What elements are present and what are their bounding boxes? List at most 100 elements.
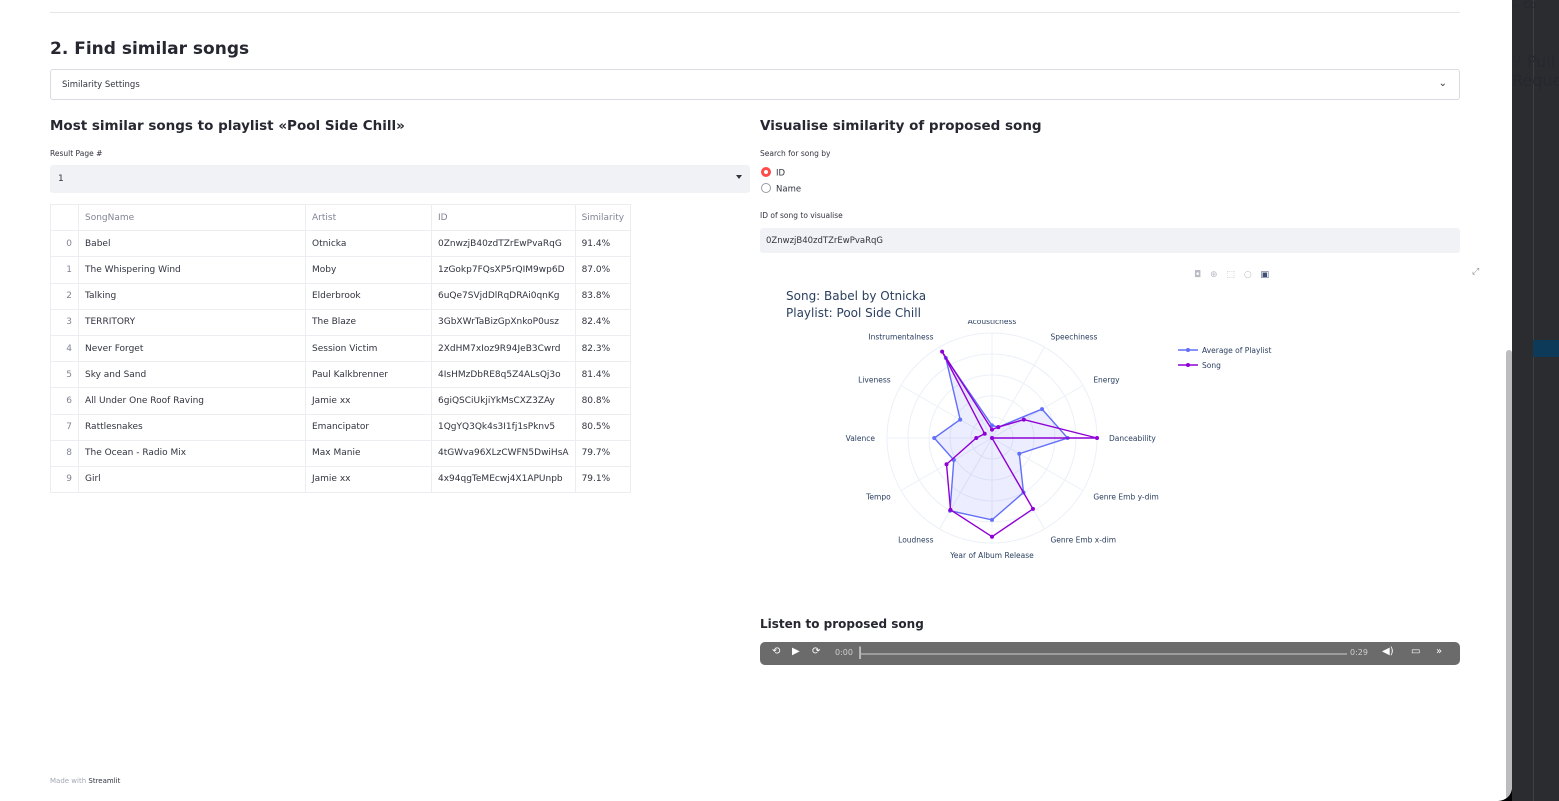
legend-marker — [1186, 348, 1190, 352]
song-id-cell: 4IsHMzDbRE8q5Z4ALsQj3o — [431, 361, 576, 389]
camera-icon[interactable]: ◘ — [1194, 270, 1204, 280]
row-index: 2 — [50, 282, 79, 310]
rewind-icon[interactable]: ⟲ — [772, 646, 780, 657]
radar-point — [948, 507, 953, 512]
results-title: Most similar songs to playlist «Pool Sid… — [50, 118, 405, 134]
radio-option-name[interactable]: Name — [761, 183, 801, 195]
similarity-cell: 82.3% — [574, 334, 632, 363]
similarity-settings-expander[interactable]: Similarity Settings ⌄ — [50, 69, 1460, 100]
more-icon[interactable]: » — [1436, 646, 1442, 657]
commits-tab[interactable]: ⟜ Co — [1512, 0, 1559, 30]
plotly-logo-icon[interactable]: ▣ — [1261, 270, 1273, 280]
expander-label: Similarity Settings — [62, 80, 140, 90]
row-index: 1 — [50, 256, 79, 284]
streamlit-link[interactable]: Streamlit — [88, 777, 120, 785]
play-icon[interactable]: ▶ — [792, 646, 800, 657]
pull-requests-tab[interactable]: ⑂ Pull Requests — [1512, 52, 1559, 140]
legend-label: Song — [1202, 361, 1221, 370]
radar-area-average — [934, 357, 1068, 520]
column-header-id[interactable]: ID — [431, 203, 576, 232]
audio-duration: 0:29 — [1350, 648, 1368, 657]
artist-cell: Jamie xx — [305, 465, 432, 494]
radar-point — [990, 436, 994, 440]
row-index: 4 — [50, 334, 79, 363]
table-row[interactable]: 0 Babel Otnicka 0ZnwzjB40zdTZrEwPvaRqG 91.4% — [50, 230, 632, 258]
table-row[interactable]: 4 Never Forget Session Victim 2XdHM7xIoz9R9… — [50, 334, 632, 363]
song-name-cell: Talking — [78, 282, 306, 310]
radar-point — [1095, 436, 1099, 440]
song-id-input[interactable] — [760, 228, 1460, 254]
divider — [50, 12, 1460, 13]
radar-point — [974, 436, 979, 440]
similarity-cell: 80.5% — [574, 413, 632, 441]
radar-point — [1040, 407, 1045, 412]
artist-cell: Emancipator — [305, 413, 432, 441]
side-panel-highlight — [1533, 340, 1559, 357]
radar-axis-label: Speechiness — [1051, 333, 1098, 342]
table-row[interactable]: 7 Rattlesnakes Emancipator 1QgYQ3Qk4s3I1fj1… — [50, 413, 632, 441]
result-page-select[interactable]: 1 — [50, 165, 750, 193]
row-index: 9 — [50, 465, 79, 494]
similarity-cell: 79.7% — [574, 439, 632, 467]
audio-scrubber-handle[interactable]: | — [858, 645, 862, 659]
commits-tab-label: Co — [1523, 0, 1537, 11]
table-row[interactable]: 3 TERRITORY The Blaze 3GbXWrTaBizGpXnkoP0us… — [50, 308, 632, 336]
artist-cell: Otnicka — [305, 230, 432, 258]
forward-icon[interactable]: ⟳ — [812, 646, 820, 657]
column-header-artist[interactable]: Artist — [305, 203, 432, 232]
song-id-cell: 1zGokp7FQsXP5rQIM9wp6D — [431, 256, 576, 284]
song-id-cell: 2XdHM7xIoz9R94JeB3Cwrd — [431, 334, 576, 363]
radio-option-id[interactable]: ID — [761, 167, 786, 179]
song-id-cell: 4tGWva96XLzCWFN5DwiHsA — [431, 439, 576, 467]
radar-point — [958, 417, 963, 422]
box-select-icon[interactable]: ⬚ — [1226, 270, 1238, 280]
plot-modebar: ◘ ⊕ ⬚ ○ ▣ — [1194, 270, 1272, 280]
fullscreen-icon[interactable]: ⤢ — [1472, 267, 1479, 277]
footer: Made with Streamlit — [50, 777, 120, 785]
radar-point — [990, 427, 994, 432]
radar-point — [1021, 417, 1026, 422]
radar-axis-label: Genre Emb x-dim — [1051, 535, 1117, 544]
section-title: 2. Find similar songs — [50, 39, 250, 59]
radar-chart[interactable]: Acousticness Speechiness Energy Danceabilit… — [760, 320, 1360, 570]
table-row[interactable]: 6 All Under One Roof Raving Jamie xx 6giQSC… — [50, 387, 632, 415]
volume-icon[interactable]: ◀) — [1382, 646, 1394, 657]
radar-axis-label: Genre Emb y-dim — [1093, 493, 1158, 502]
artist-cell: Elderbrook — [305, 282, 432, 310]
song-name-cell: Sky and Sand — [78, 361, 306, 389]
radar-axis-label: Danceability — [1109, 434, 1156, 443]
pull-request-icon: ⑂ — [1512, 52, 1527, 71]
airplay-icon[interactable]: ▭ — [1411, 646, 1420, 657]
chart-subtitle: Playlist: Pool Side Chill — [786, 306, 921, 320]
table-row[interactable]: 2 Talking Elderbrook 6uQe7SVjdDlRqDRAi0qnKg… — [50, 282, 632, 310]
artist-cell: Jamie xx — [305, 387, 432, 415]
similarity-cell: 79.1% — [574, 465, 632, 494]
index-header — [50, 203, 79, 232]
radar-point — [990, 517, 994, 522]
table-row[interactable]: 8 The Ocean - Radio Mix Max Manie 4tGWva96X… — [50, 439, 632, 467]
song-id-cell: 4x94qgTeMEcwj4X1APUnpb — [431, 465, 576, 494]
table-row[interactable]: 1 The Whispering Wind Moby 1zGokp7FQsXP5rQI… — [50, 256, 632, 284]
table-header-row: SongName Artist ID Similarity — [50, 203, 632, 232]
table-row[interactable]: 5 Sky and Sand Paul Kalkbrenner 4IsHMzDbRE8… — [50, 361, 632, 389]
audio-progress-track[interactable] — [861, 653, 1347, 655]
column-header-similarity[interactable]: Similarity — [574, 203, 632, 232]
row-index: 5 — [50, 361, 79, 389]
column-header-songname[interactable]: SongName — [78, 203, 306, 232]
radar-point — [1017, 451, 1022, 456]
radar-axis-label: Valence — [846, 434, 876, 443]
radio-label-id: ID — [776, 168, 786, 179]
radio-unselected-icon — [761, 183, 771, 193]
song-id-cell: 6giQSCiUkjiYkMsCXZ3ZAy — [431, 387, 576, 415]
zoom-icon[interactable]: ⊕ — [1210, 270, 1221, 280]
similarity-cell: 81.4% — [574, 361, 632, 389]
similarity-cell: 82.4% — [574, 308, 632, 336]
radio-selected-icon — [761, 167, 771, 177]
row-index: 8 — [50, 439, 79, 467]
table-row[interactable]: 9 Girl Jamie xx 4x94qgTeMEcwj4X1APUnpb 79.1% — [50, 465, 632, 494]
song-name-cell: The Whispering Wind — [78, 256, 306, 284]
artist-cell: The Blaze — [305, 308, 432, 336]
song-name-cell: All Under One Roof Raving — [78, 387, 306, 415]
lasso-icon[interactable]: ○ — [1244, 270, 1255, 280]
radar-point — [996, 425, 1001, 430]
